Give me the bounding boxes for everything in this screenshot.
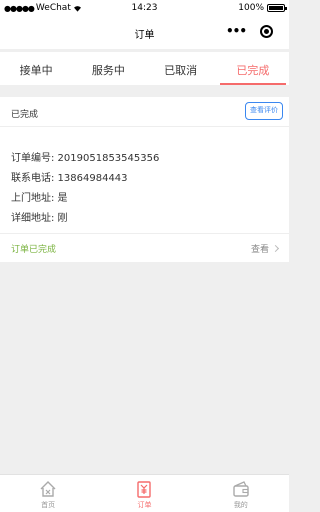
contact-phone: 联系电话: 13864984443 bbox=[11, 173, 128, 184]
bottom-tabbar: 首页 订单 我的 bbox=[0, 474, 289, 512]
battery-info: 100% bbox=[238, 3, 287, 13]
close-mini-program-icon[interactable] bbox=[260, 24, 273, 38]
battery-percent: 100% bbox=[238, 3, 264, 13]
order-card-footer: 订单已完成 查看 bbox=[0, 234, 289, 262]
tabbar-label-home: 首页 bbox=[41, 501, 56, 509]
nav-bar: 订单 ••• bbox=[0, 17, 289, 49]
tab-completed[interactable]: 已完成 bbox=[217, 52, 289, 85]
wallet-icon bbox=[233, 481, 249, 497]
view-review-button[interactable]: 查看评价 bbox=[245, 102, 283, 120]
tabbar-item-mine[interactable]: 我的 bbox=[193, 475, 289, 512]
tabbar-label-mine: 我的 bbox=[233, 501, 248, 509]
mini-program-capsule: ••• bbox=[226, 24, 273, 38]
battery-fill bbox=[269, 6, 283, 10]
view-label: 查看 bbox=[250, 245, 269, 255]
order-status-tabs: 接单中 服务中 已取消 已完成 bbox=[0, 52, 289, 85]
more-icon[interactable]: ••• bbox=[226, 24, 247, 38]
home-icon bbox=[40, 481, 56, 497]
tab-in-service[interactable]: 服务中 bbox=[72, 52, 144, 85]
order-details: 订单编号: 2019051853545356 联系电话: 13864984443… bbox=[0, 127, 289, 234]
order-card-header: 已完成 查看评价 bbox=[0, 97, 289, 127]
chevron-right-icon bbox=[271, 244, 280, 253]
order-card: 已完成 查看评价 订单编号: 2019051853545356 联系电话: 13… bbox=[0, 97, 289, 262]
status-bar: ●●●●● WeChat 14:23 100% bbox=[0, 0, 289, 17]
order-status: 已完成 bbox=[11, 110, 39, 120]
tabbar-item-home[interactable]: 首页 bbox=[0, 475, 96, 512]
tab-accepting[interactable]: 接单中 bbox=[0, 52, 72, 85]
order-icon bbox=[137, 481, 152, 498]
order-complete-label: 订单已完成 bbox=[11, 245, 57, 255]
battery-icon bbox=[267, 4, 287, 12]
view-order-link[interactable]: 查看 bbox=[250, 242, 280, 255]
onsite-address: 上门地址: 是 bbox=[11, 193, 68, 204]
detail-address: 详细地址: 刚 bbox=[11, 213, 68, 224]
order-number: 订单编号: 2019051853545356 bbox=[11, 153, 160, 164]
tab-cancelled[interactable]: 已取消 bbox=[145, 52, 217, 85]
tabbar-label-orders: 订单 bbox=[137, 501, 152, 509]
tabbar-item-orders[interactable]: 订单 bbox=[96, 475, 192, 512]
